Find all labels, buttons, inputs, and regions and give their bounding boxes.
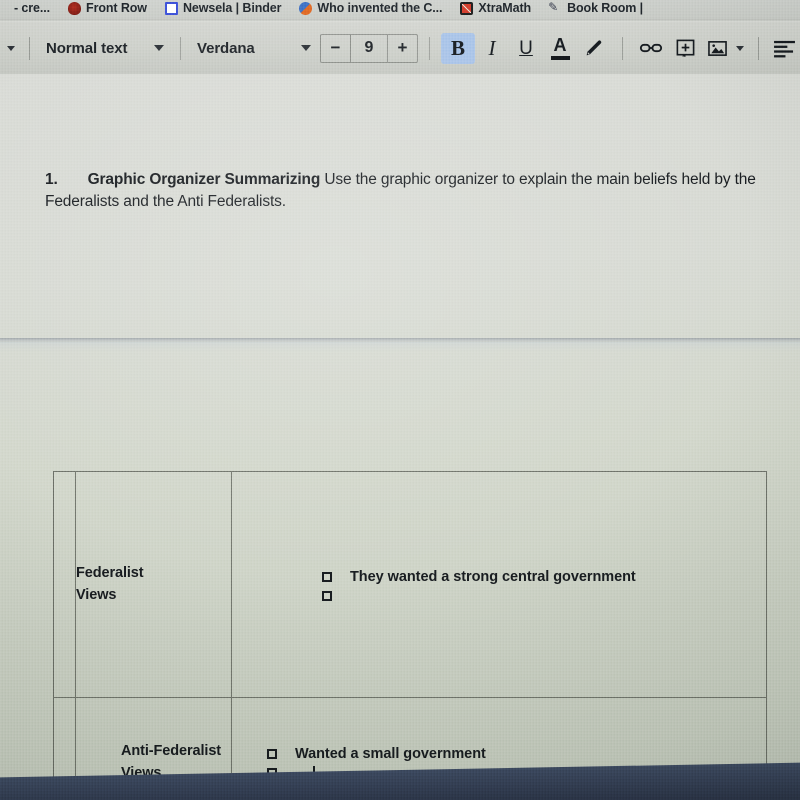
- bold-icon: B: [450, 35, 465, 60]
- who-invented-icon: [299, 2, 313, 15]
- federalist-label-cell[interactable]: Federalist Views: [75, 471, 232, 698]
- table-row-federalist[interactable]: Federalist Views They wanted a strong ce…: [53, 471, 767, 698]
- underline-icon: U: [519, 37, 533, 59]
- tab-title: Book Room |: [567, 1, 644, 16]
- toolbar-divider: [758, 36, 759, 60]
- underline-button[interactable]: U: [509, 33, 543, 64]
- screen-photo: - cre... Front Row Newsela | Binder Who …: [0, 0, 800, 800]
- font-family-label: Verdana: [197, 39, 255, 57]
- align-button[interactable]: [769, 33, 799, 64]
- square-bullet-icon: [322, 572, 332, 583]
- xtramath-icon: [460, 2, 474, 15]
- browser-tab-0[interactable]: - cre...: [0, 0, 59, 19]
- font-size-input[interactable]: 9: [351, 35, 387, 62]
- document-canvas[interactable]: 1. Graphic Organizer Summarizing Use the …: [0, 74, 800, 800]
- graphic-organizer-table[interactable]: Federalist Views They wanted a strong ce…: [53, 471, 767, 800]
- prompt-number: 1.: [45, 171, 58, 188]
- square-bullet-icon: [322, 590, 332, 601]
- insert-link-button[interactable]: [634, 33, 668, 64]
- italic-icon: I: [488, 35, 496, 60]
- insert-image-icon: [707, 40, 727, 56]
- prompt-paragraph: 1. Graphic Organizer Summarizing Use the …: [45, 169, 770, 214]
- list-item[interactable]: [232, 587, 766, 601]
- toolbar-divider: [622, 36, 623, 60]
- tab-title: Front Row: [86, 1, 147, 16]
- page-break-divider: [0, 338, 800, 352]
- text-color-icon: A: [550, 35, 570, 60]
- row-gutter-cell: [53, 471, 76, 698]
- paragraph-style-label: Normal text: [46, 39, 128, 57]
- browser-tab-5[interactable]: Book Room |: [540, 0, 652, 19]
- browser-tab-2[interactable]: Newsela | Binder: [156, 0, 290, 19]
- newsela-icon: [164, 2, 178, 15]
- federalist-label-line1: Federalist: [76, 565, 144, 582]
- toolbar-divider: [29, 36, 30, 60]
- insert-image-button[interactable]: [702, 33, 732, 64]
- browser-tab-4[interactable]: XtraMath: [451, 0, 540, 19]
- zoom-dropdown-caret[interactable]: [2, 33, 20, 64]
- federalist-content-cell[interactable]: They wanted a strong central government: [231, 471, 767, 698]
- font-family-dropdown[interactable]: Verdana: [190, 33, 318, 63]
- font-size-stepper[interactable]: − 9 +: [320, 33, 418, 63]
- bullet-text: They wanted a strong central government: [350, 569, 636, 586]
- tab-title: Newsela | Binder: [182, 1, 282, 16]
- bullet-text: Wanted a small government: [295, 746, 486, 763]
- book-room-icon: [548, 0, 562, 15]
- federalist-bullet-list: They wanted a strong central government: [232, 568, 766, 601]
- list-item[interactable]: They wanted a strong central government: [232, 568, 766, 587]
- highlight-color-icon: [586, 40, 602, 56]
- italic-button[interactable]: I: [475, 33, 509, 64]
- text-color-swatch: [550, 56, 570, 60]
- prompt-title: Graphic Organizer Summarizing: [87, 171, 321, 188]
- tab-title: - cre...: [14, 1, 51, 16]
- insert-link-icon: [639, 43, 663, 53]
- browser-tab-3[interactable]: Who invented the C...: [290, 0, 451, 19]
- front-row-icon: [68, 2, 82, 15]
- chevron-down-icon: [736, 45, 744, 51]
- square-bullet-icon: [267, 749, 277, 760]
- add-comment-icon: [676, 39, 694, 57]
- highlight-color-button[interactable]: [577, 33, 611, 64]
- tab-title: Who invented the C...: [317, 1, 443, 16]
- browser-tab-strip: - cre... Front Row Newsela | Binder Who …: [0, 0, 800, 19]
- decrease-font-size-button[interactable]: −: [321, 35, 350, 62]
- anti-federalist-label-line1: Anti-Federalist: [121, 743, 222, 760]
- tab-title: XtraMath: [478, 1, 532, 16]
- bold-button[interactable]: B: [441, 32, 475, 64]
- insert-image-dropdown[interactable]: [732, 33, 748, 64]
- paragraph-style-dropdown[interactable]: Normal text: [39, 33, 171, 63]
- text-color-button[interactable]: A: [543, 33, 577, 64]
- text-color-letter: A: [553, 35, 567, 55]
- chevron-down-icon: [301, 45, 311, 51]
- chevron-down-icon: [7, 45, 15, 51]
- browser-tab-1[interactable]: Front Row: [59, 0, 156, 19]
- tab-strip-divider: [0, 19, 800, 22]
- add-comment-button[interactable]: [668, 33, 702, 64]
- toolbar-divider: [180, 36, 181, 60]
- increase-font-size-button[interactable]: +: [388, 35, 417, 62]
- align-left-icon: [773, 40, 795, 57]
- chevron-down-icon: [154, 45, 164, 51]
- toolbar-divider: [429, 36, 430, 60]
- federalist-label-line2: Views: [76, 586, 117, 603]
- docs-toolbar: Normal text Verdana − 9 + B I U A: [0, 22, 800, 74]
- list-item[interactable]: Wanted a small government: [232, 745, 766, 764]
